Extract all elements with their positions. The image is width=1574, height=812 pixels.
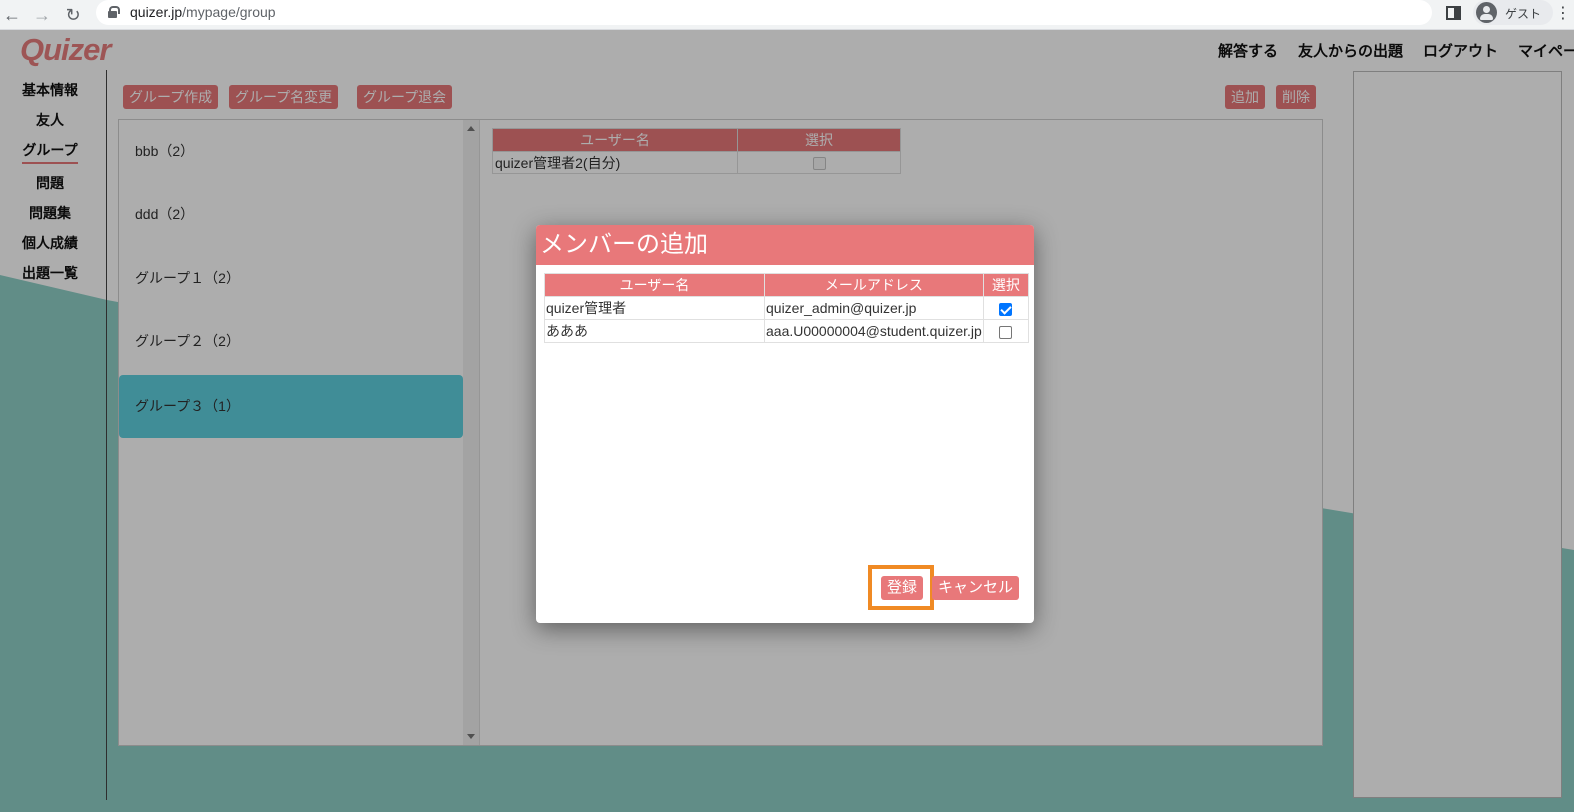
candidate-checkbox[interactable]	[999, 325, 1013, 339]
url-path: /mypage/group	[182, 4, 276, 20]
candidate-email: quizer_admin@quizer.jp	[764, 296, 984, 320]
profile-label: ゲスト	[1505, 7, 1542, 21]
address-bar[interactable]: quizer.jp/mypage/group	[96, 0, 1432, 25]
candidate-email: aaa.U00000004@student.quizer.jp	[764, 319, 984, 343]
cancel-button[interactable]: キャンセル	[932, 576, 1020, 600]
candidate-header-username: ユーザー名	[544, 273, 765, 297]
candidate-header-select: 選択	[982, 273, 1029, 297]
table-row: quizer管理者 quizer_admin@quizer.jp	[544, 296, 1029, 320]
forward-arrow-icon[interactable]: →	[30, 3, 54, 27]
profile-button[interactable]: ゲスト	[1473, 0, 1553, 25]
guest-avatar-icon	[1476, 2, 1497, 23]
candidate-checkbox-checked[interactable]	[999, 302, 1013, 316]
side-panel-icon[interactable]	[1446, 6, 1461, 20]
candidate-select-cell	[982, 296, 1029, 320]
reload-icon[interactable]: ↻	[61, 3, 85, 27]
lock-icon	[108, 6, 120, 18]
register-button[interactable]: 登録	[881, 576, 924, 600]
url-text: quizer.jp/mypage/group	[130, 4, 276, 20]
url-host: quizer.jp	[130, 4, 183, 20]
dialog-title: メンバーの追加	[536, 225, 1034, 265]
candidate-username: あああ	[544, 319, 765, 343]
page: Quizer 解答する 友人からの出題 ログアウト マイページ 基本情報 友人 …	[0, 30, 1574, 812]
candidate-select-cell	[982, 319, 1029, 343]
back-arrow-icon[interactable]: ←	[0, 3, 24, 27]
more-menu-icon[interactable]: ⋮	[1555, 5, 1571, 23]
candidate-table: ユーザー名 メールアドレス 選択 quizer管理者 quizer_admin@…	[544, 273, 1029, 343]
add-member-dialog: メンバーの追加 ユーザー名 メールアドレス 選択 quizer管理者 quize…	[536, 225, 1034, 623]
table-row: あああ aaa.U00000004@student.quizer.jp	[544, 319, 1029, 343]
candidate-username: quizer管理者	[544, 296, 765, 320]
browser-toolbar: ← → ↻ quizer.jp/mypage/group ゲスト ⋮	[0, 0, 1574, 30]
candidate-header-email: メールアドレス	[764, 273, 984, 297]
